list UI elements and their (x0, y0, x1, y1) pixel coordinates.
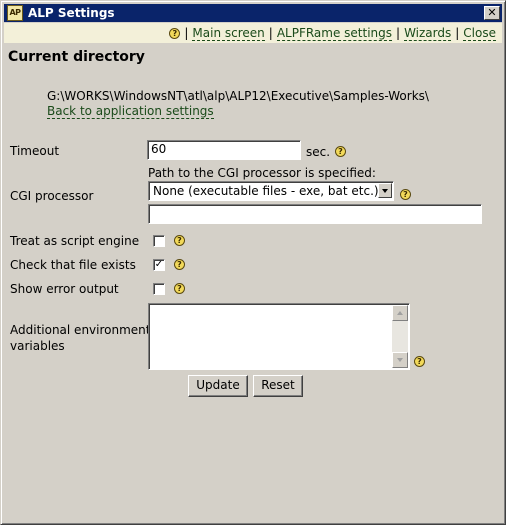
error-output-label: Show error output (10, 282, 119, 296)
window-close-button[interactable]: ✕ (484, 6, 500, 20)
cgi-path-input[interactable] (148, 204, 482, 224)
env-variables-scrollbar[interactable] (392, 305, 408, 368)
script-engine-help-icon[interactable]: ? (174, 235, 185, 246)
scroll-down-icon[interactable] (392, 352, 408, 368)
menu-separator: | (268, 26, 273, 40)
page-heading: Current directory (8, 49, 145, 65)
timeout-label: Timeout (10, 144, 60, 158)
content-area: ? | Main screen | ALPFRame settings | Wizards |… (4, 23, 502, 522)
cgi-processor-label: CGI processor (10, 189, 94, 203)
check-file-help-icon[interactable]: ? (174, 259, 185, 270)
script-engine-checkbox[interactable] (153, 235, 165, 247)
timeout-help-icon[interactable]: ? (335, 146, 346, 157)
cgi-path-hint: Path to the CGI processor is specified: (148, 166, 376, 180)
menu-main-screen-link[interactable]: Main screen (192, 26, 265, 41)
help-icon[interactable]: ? (169, 28, 181, 39)
update-button[interactable]: Update (188, 375, 248, 397)
back-to-application-settings-link[interactable]: Back to application settings (47, 104, 214, 119)
timeout-input[interactable]: 60 (147, 140, 301, 160)
menu-separator: | (396, 26, 401, 40)
menu-alpframe-settings-link[interactable]: ALPFRame settings (276, 26, 393, 41)
window-title: ALP Settings (28, 6, 115, 20)
reset-button[interactable]: Reset (253, 375, 303, 397)
menu-close-link[interactable]: Close (463, 26, 496, 41)
title-bar[interactable]: AP ALP Settings ✕ (4, 4, 502, 22)
top-menu-bar: ? | Main screen | ALPFRame settings | Wizards |… (4, 23, 502, 43)
env-variables-label-line1: Additional environment (10, 323, 151, 337)
menu-wizards-link[interactable]: Wizards (404, 26, 452, 41)
current-directory-path: G:\WORKS\WindowsNT\atl\alp\ALP12\Executi… (47, 89, 429, 103)
script-engine-label: Treat as script engine (10, 234, 140, 248)
menu-separator: | (184, 26, 189, 40)
cgi-processor-select[interactable]: None (executable files - exe, bat etc.) (148, 181, 394, 201)
env-variables-help-icon[interactable]: ? (414, 356, 425, 367)
cgi-help-icon[interactable]: ? (400, 189, 411, 200)
env-variables-label-line2: variables (10, 339, 65, 353)
timeout-unit: sec. (306, 145, 331, 159)
check-file-checkbox[interactable]: ✓ (153, 259, 165, 271)
alp-logo-icon: AP (7, 5, 23, 21)
error-output-checkbox[interactable] (153, 283, 165, 295)
env-variables-textarea[interactable] (148, 303, 410, 370)
scroll-up-icon[interactable] (392, 305, 408, 321)
alp-settings-window: AP ALP Settings ✕ ? | Main screen | ALPFRame… (0, 0, 506, 525)
error-output-help-icon[interactable]: ? (174, 283, 185, 294)
chevron-down-icon[interactable] (378, 183, 392, 198)
menu-separator: | (455, 26, 460, 40)
cgi-processor-selected-value: None (executable files - exe, bat etc.) (153, 184, 379, 198)
check-file-label: Check that file exists (10, 258, 136, 272)
